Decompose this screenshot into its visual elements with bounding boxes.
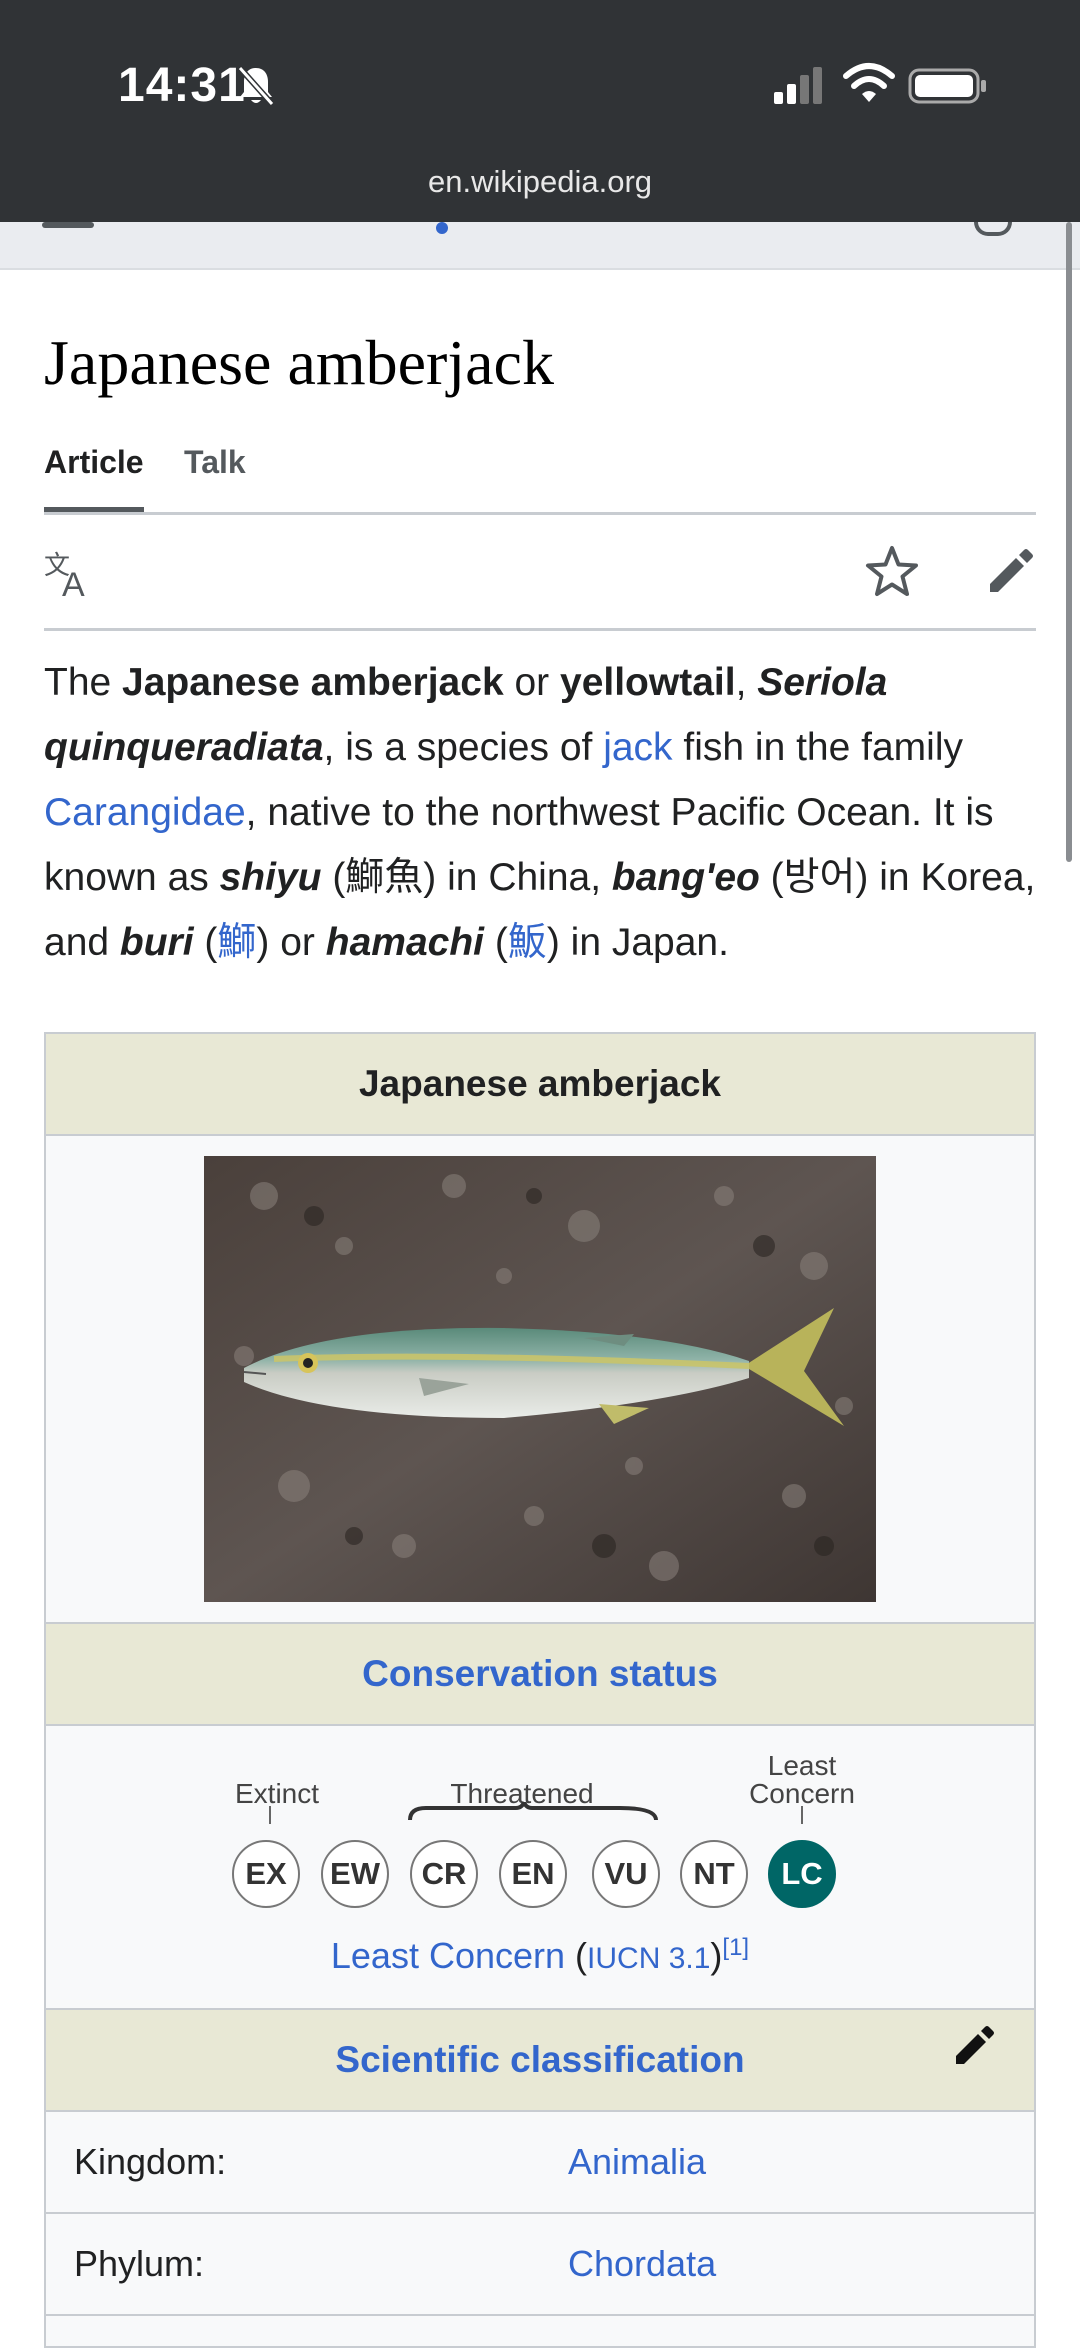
- link-buri-kanji[interactable]: 鰤: [217, 921, 256, 964]
- conservation-status-line: Least Concern (IUCN 3.1)[1]: [46, 1934, 1034, 1977]
- status-ew[interactable]: EW: [321, 1840, 389, 1908]
- iucn-link[interactable]: IUCN 3.1: [587, 1942, 710, 1975]
- status-ex[interactable]: EX: [232, 1840, 300, 1908]
- lead-bold-name: yellowtail: [560, 661, 736, 704]
- site-header: [0, 222, 1080, 270]
- tabs-divider: [44, 512, 1036, 515]
- least-concern-link[interactable]: Least Concern: [331, 1935, 565, 1976]
- status-paren-close: ): [710, 1935, 723, 1976]
- infobox: Japanese amberjack Conservation status E…: [44, 1032, 1036, 2348]
- infobox-divider: [46, 1134, 1034, 1136]
- row-divider: [46, 2314, 1034, 2316]
- status-scale-brackets: [269, 1802, 803, 1824]
- row-value-link[interactable]: Animalia: [568, 2112, 706, 2212]
- row-key: Kingdom:: [74, 2141, 227, 2182]
- lead-text: ,: [735, 661, 758, 704]
- svg-text:A: A: [62, 566, 85, 600]
- menu-icon[interactable]: [42, 222, 94, 228]
- lead-text: The: [44, 661, 123, 704]
- bell-muted-icon: [237, 66, 275, 106]
- search-icon[interactable]: [974, 222, 1012, 236]
- address-bar-url[interactable]: en.wikipedia.org: [0, 164, 1080, 200]
- scrollbar[interactable]: [1066, 222, 1072, 862]
- scientific-classification-header[interactable]: Scientific classification: [46, 2010, 1034, 2110]
- lead-text: (鰤魚) in China,: [321, 856, 612, 899]
- page-tabs: Article Talk: [44, 444, 282, 514]
- tab-article[interactable]: Article: [44, 444, 144, 513]
- infobox-divider: [46, 1724, 1034, 1726]
- lead-bold-name: bang'eo: [611, 856, 760, 899]
- language-icon[interactable]: 文 A: [44, 548, 96, 600]
- wifi-icon: [843, 63, 895, 102]
- lead-bold-name: Japanese amberjack: [122, 661, 504, 704]
- classification-row-phylum: Phylum: Chordata: [46, 2214, 1034, 2314]
- classification-row-kingdom: Kingdom: Animalia: [46, 2112, 1034, 2212]
- lead-text: , is a species of: [323, 726, 604, 769]
- link-jack[interactable]: jack: [603, 726, 672, 769]
- lead-text: ) or: [256, 921, 326, 964]
- lead-text: (: [484, 921, 508, 964]
- infobox-title: Japanese amberjack: [46, 1034, 1034, 1134]
- page-title: Japanese amberjack: [44, 327, 554, 398]
- edit-pencil-icon[interactable]: [984, 546, 1036, 598]
- wikipedia-logo[interactable]: [436, 222, 448, 234]
- lead-bold-name: buri: [119, 921, 194, 964]
- cellular-signal-icon: [774, 67, 822, 104]
- status-nt[interactable]: NT: [680, 1840, 748, 1908]
- status-bar: 14:31 en.wikipedia.org: [0, 0, 1080, 222]
- link-carangidae[interactable]: Carangidae: [44, 791, 246, 834]
- lead-text: ) in Japan.: [546, 921, 729, 964]
- tab-talk[interactable]: Talk: [184, 444, 246, 507]
- battery-icon: [908, 68, 986, 104]
- watch-star-icon[interactable]: [864, 544, 920, 600]
- lead-text: or: [503, 661, 560, 704]
- row-value-link[interactable]: Chordata: [568, 2214, 716, 2314]
- fish-photo[interactable]: [204, 1156, 876, 1602]
- lead-bold-name: hamachi: [325, 921, 484, 964]
- status-time: 14:31: [118, 59, 246, 112]
- status-cr[interactable]: CR: [410, 1840, 478, 1908]
- conservation-status-header[interactable]: Conservation status: [46, 1624, 1034, 1724]
- lead-text: (: [193, 921, 218, 964]
- status-vu[interactable]: VU: [592, 1840, 660, 1908]
- lead-paragraph: The Japanese amberjack or yellowtail, Se…: [44, 650, 1038, 975]
- lead-text: fish in the family: [672, 726, 963, 769]
- status-paren-open: (: [565, 1935, 588, 1976]
- status-lc[interactable]: LC: [768, 1840, 836, 1908]
- tools-divider: [44, 628, 1036, 631]
- reference-link[interactable]: [1]: [722, 1934, 749, 1961]
- edit-classification-icon[interactable]: [952, 2024, 996, 2068]
- status-en[interactable]: EN: [499, 1840, 567, 1908]
- row-key: Phylum:: [74, 2243, 205, 2284]
- lead-bold-name: shiyu: [219, 856, 322, 899]
- link-hamachi-kanji[interactable]: 魬: [508, 921, 547, 964]
